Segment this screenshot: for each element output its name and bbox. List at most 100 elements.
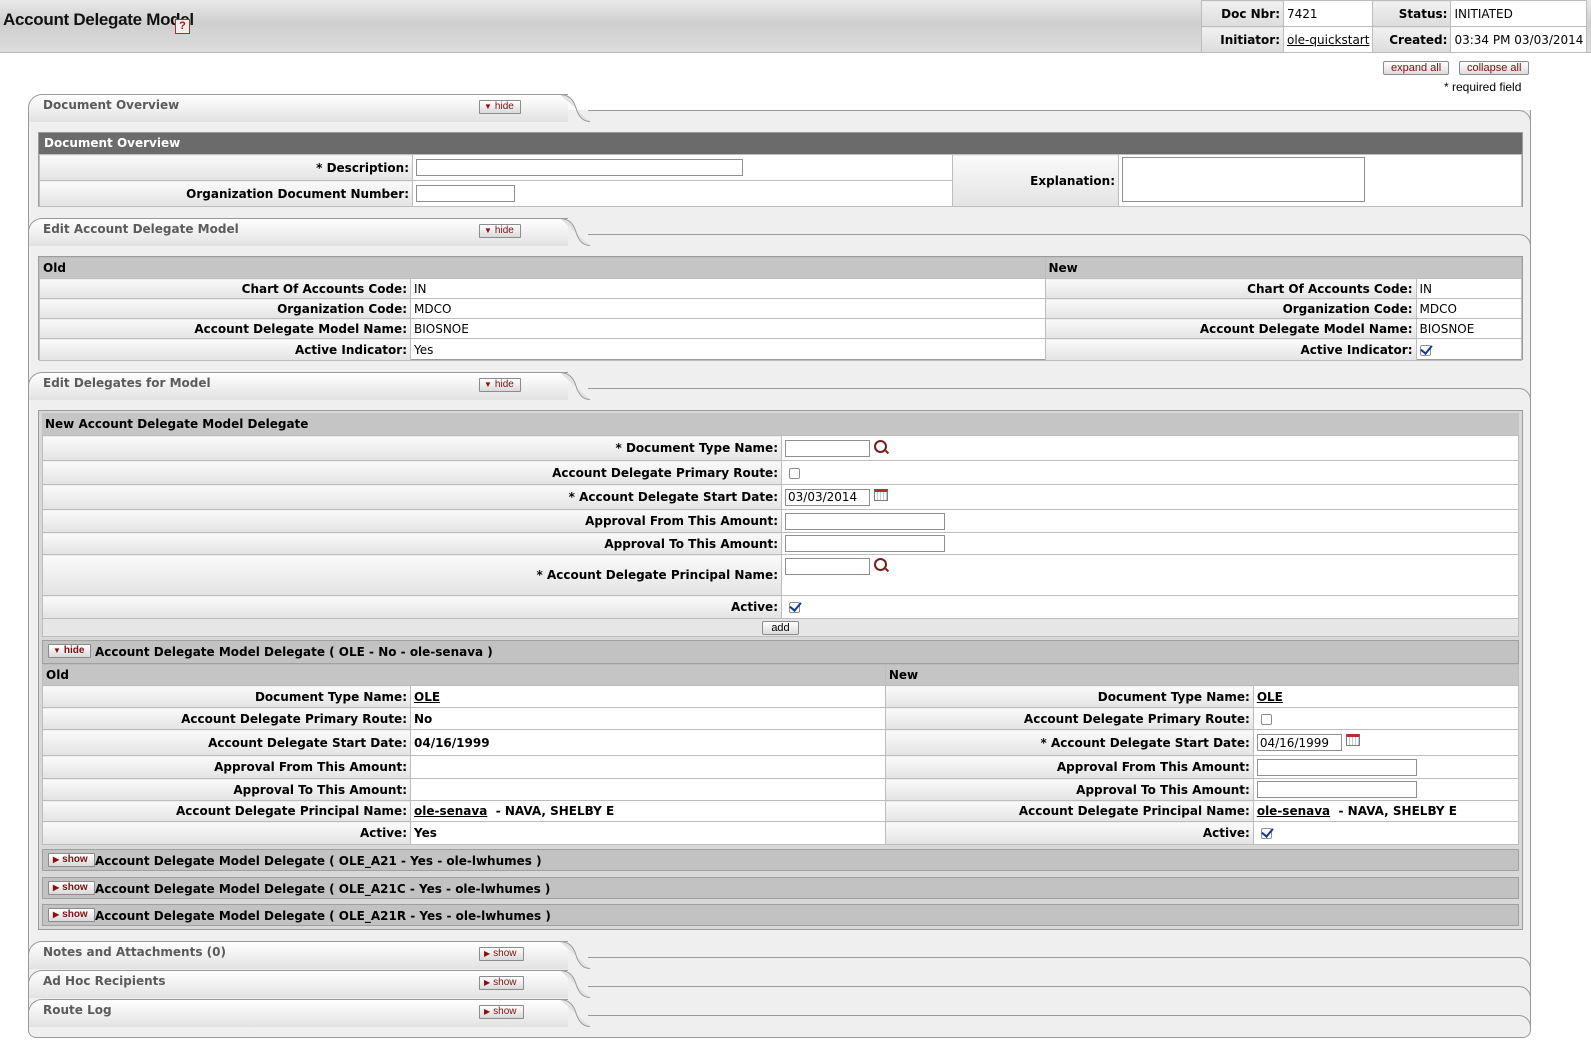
triangle-right-icon: ▶ [53, 910, 60, 919]
triangle-right-icon: ▶ [484, 978, 491, 987]
tab-title: Ad Hoc Recipients [43, 974, 166, 988]
edit-delegates-section: New Account Delegate Model Delegate * Do… [38, 410, 1523, 930]
created-value: 03:34 PM 03/03/2014 [1450, 26, 1588, 53]
active-indicator-checkbox[interactable] [1419, 344, 1431, 356]
required-field-note: * required field [1444, 80, 1522, 94]
initiator-link[interactable]: ole-quickstart [1287, 33, 1369, 47]
primary-route-checkbox[interactable] [789, 467, 800, 479]
primary-route-label: Account Delegate Primary Route: [42, 460, 782, 485]
field-label: Chart Of Accounts Code: [39, 278, 411, 299]
field-value-old: MDCO [410, 298, 1046, 319]
show-button[interactable]: ▶ show [48, 853, 95, 867]
delegate-header-collapsed: ▶ show Account Delegate Model Delegate ( … [42, 849, 1519, 871]
delegate-header-collapsed: ▶ show Account Delegate Model Delegate ( … [42, 877, 1519, 899]
delegate-header: ▼ hide Account Delegate Model Delegate ( … [42, 640, 1519, 664]
document-type-link[interactable]: OLE [1257, 690, 1283, 704]
field-value-new: IN [1415, 278, 1522, 299]
status-label: Status: [1372, 0, 1452, 27]
delegate-title: Account Delegate Model Delegate ( OLE_A2… [95, 882, 551, 896]
tab-document-overview: Document Overview ▼ hide [28, 94, 1531, 122]
document-type-label: * Document Type Name: [42, 435, 782, 461]
field-label: Active: [42, 821, 411, 845]
tab-title: Document Overview [43, 98, 180, 112]
principal-link[interactable]: ole-senava [1257, 804, 1330, 818]
document-type-input[interactable] [785, 439, 870, 457]
field-value-old: Yes [410, 338, 1046, 361]
description-label: * Description: [39, 154, 413, 181]
new-header: New [1044, 257, 1522, 279]
delegate-header-collapsed: ▶ show Account Delegate Model Delegate ( … [42, 904, 1519, 926]
document-overview-section: Document Overview * Description: Explana… [38, 132, 1523, 207]
field-label: Document Type Name: [884, 685, 1254, 708]
help-icon[interactable]: ? [175, 19, 190, 34]
field-value-new: MDCO [1415, 298, 1522, 319]
field-label: Account Delegate Primary Route: [42, 707, 411, 730]
start-date-label: * Account Delegate Start Date: [42, 484, 782, 510]
field-label: Account Delegate Principal Name: [42, 800, 411, 822]
active-old: Yes [410, 821, 886, 845]
field-label: Account Delegate Model Name: [39, 318, 411, 339]
add-button[interactable]: add [762, 621, 799, 635]
triangle-down-icon: ▼ [484, 226, 492, 235]
hide-button[interactable]: ▼ hide [48, 644, 92, 658]
show-button[interactable]: ▶ show [48, 881, 95, 895]
old-header: Old [42, 664, 886, 686]
new-delegate-subheader: New Account Delegate Model Delegate [42, 413, 1519, 435]
delegate-record: ▼ hide Account Delegate Model Delegate ( … [42, 640, 1520, 845]
document-type-link[interactable]: OLE [414, 690, 440, 704]
show-button[interactable]: ▶ show [479, 976, 524, 990]
field-label: Approval From This Amount: [884, 755, 1254, 779]
to-amount-input[interactable] [785, 535, 945, 552]
show-button[interactable]: ▶ show [479, 947, 524, 961]
triangle-right-icon: ▶ [53, 855, 60, 864]
triangle-right-icon: ▶ [53, 883, 60, 892]
field-label: Chart Of Accounts Code: [1044, 278, 1417, 299]
principal-name: - NAVA, SHELBY E [495, 804, 615, 818]
hide-button[interactable]: ▼ hide [479, 378, 521, 392]
from-amount-input[interactable] [785, 512, 945, 530]
expand-all-button[interactable]: expand all [1383, 61, 1450, 75]
triangle-down-icon: ▼ [484, 380, 492, 389]
hide-button[interactable]: ▼ hide [479, 100, 521, 114]
tab-notes-and-attachments: Notes and Attachments (0) ▶ show [28, 941, 1531, 969]
principal-link[interactable]: ole-senava [414, 804, 487, 818]
principal-name-label: * Account Delegate Principal Name: [42, 554, 782, 596]
from-amount-label: Approval From This Amount: [42, 509, 782, 533]
show-button[interactable]: ▶ show [479, 1005, 524, 1019]
description-input[interactable] [416, 159, 743, 176]
to-amount-old [410, 778, 886, 801]
delegate-title: Account Delegate Model Delegate ( OLE_A2… [95, 909, 551, 923]
from-amount-old [410, 755, 886, 779]
from-amount-input[interactable] [1256, 758, 1417, 776]
tab-edit-delegates-for-model: Edit Delegates for Model ▼ hide [28, 372, 1531, 400]
start-date-input[interactable] [785, 488, 870, 506]
field-label: Account Delegate Model Name: [1044, 318, 1417, 339]
show-button[interactable]: ▶ show [48, 908, 95, 922]
active-checkbox[interactable] [1260, 828, 1272, 839]
lookup-icon[interactable] [874, 439, 887, 453]
principal-name: - NAVA, SHELBY E [1338, 804, 1457, 818]
created-label: Created: [1372, 26, 1452, 53]
start-date-input[interactable] [1256, 734, 1342, 751]
active-checkbox[interactable] [789, 602, 800, 613]
to-amount-input[interactable] [1256, 781, 1417, 798]
field-label: Organization Code: [39, 298, 411, 319]
org-doc-number-label: Organization Document Number: [39, 180, 413, 207]
calendar-icon[interactable] [1345, 734, 1360, 746]
collapse-all-button[interactable]: collapse all [1459, 61, 1530, 75]
lookup-icon[interactable] [874, 558, 887, 571]
section-subheader: Document Overview [39, 133, 1522, 154]
delegate-title: Account Delegate Model Delegate ( OLE - … [95, 645, 493, 659]
triangle-down-icon: ▼ [484, 102, 492, 111]
to-amount-label: Approval To This Amount: [42, 532, 782, 555]
explanation-textarea[interactable] [1122, 156, 1365, 202]
calendar-icon[interactable] [874, 488, 888, 501]
field-label: Approval To This Amount: [42, 778, 411, 801]
delegate-title: Account Delegate Model Delegate ( OLE_A2… [95, 854, 542, 868]
old-header: Old [39, 257, 1046, 279]
org-doc-number-input[interactable] [416, 185, 515, 202]
principal-name-input[interactable] [785, 558, 870, 575]
hide-button[interactable]: ▼ hide [479, 224, 521, 238]
field-label: Active Indicator: [39, 338, 411, 361]
primary-route-checkbox[interactable] [1260, 713, 1272, 725]
